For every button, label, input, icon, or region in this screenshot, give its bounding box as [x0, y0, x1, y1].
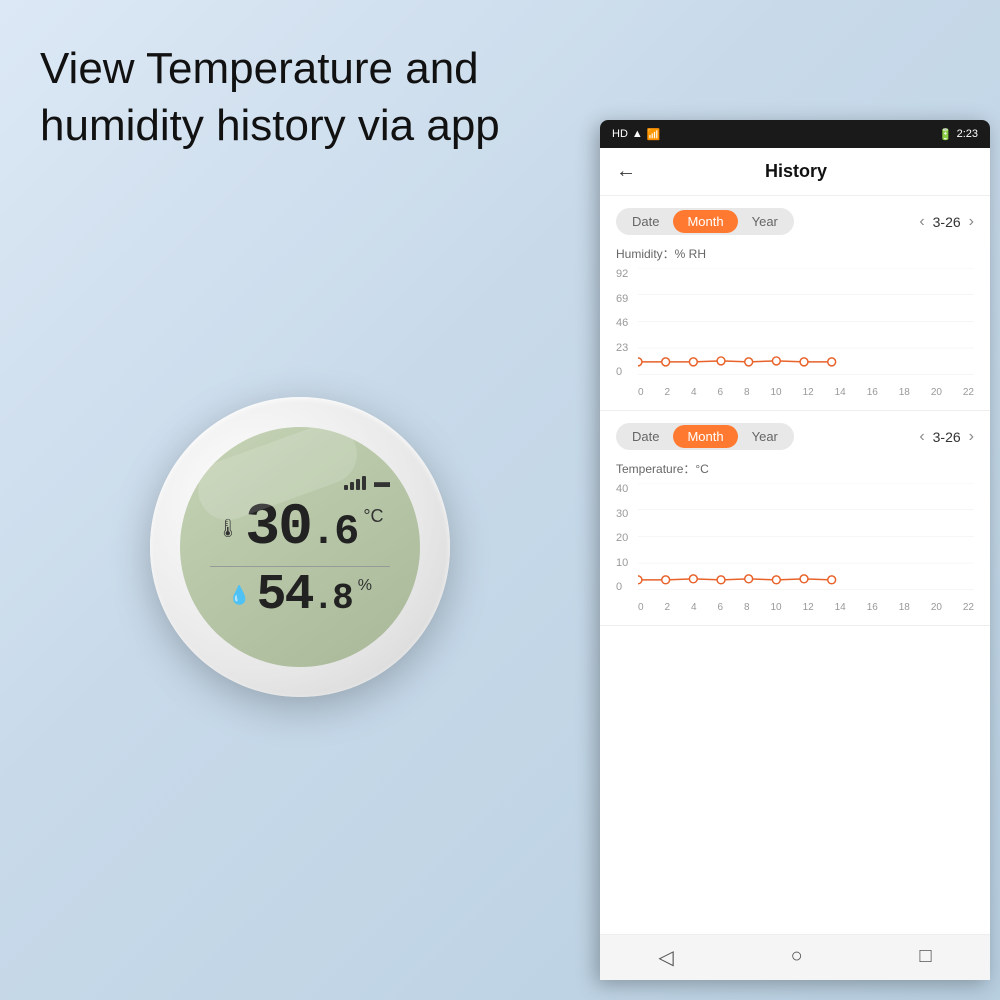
humidity-x-axis: 0 2 4 6 8 10 12 14 16 18 20 22: [638, 387, 974, 398]
thermometer-icon: 🌡: [216, 518, 239, 539]
carrier-icon: HD: [612, 128, 628, 140]
chart-scroll-area[interactable]: Date Month Year ‹ 3-26 › Humidity：% RH 9…: [600, 196, 990, 934]
humidity-tab-month[interactable]: Month: [673, 210, 737, 233]
temperature-x-axis: 0 2 4 6 8 10 12 14 16 18 20 22: [638, 602, 974, 613]
page-title: History: [648, 161, 974, 182]
status-bar-right: 🔋 2:23: [939, 128, 978, 141]
temperature-tab-year[interactable]: Year: [738, 425, 792, 448]
humidity-tab-date[interactable]: Date: [618, 210, 673, 233]
temp-y-label-30: 30: [616, 508, 628, 520]
humidity-chart-area: 92 69 46 23 0: [616, 268, 974, 398]
temperature-unit: °C: [363, 506, 383, 527]
temperature-tab-month[interactable]: Month: [673, 425, 737, 448]
status-bar: HD ▲ 📶 🔋 2:23: [600, 120, 990, 148]
humidity-chart-section: Date Month Year ‹ 3-26 › Humidity：% RH 9…: [600, 196, 990, 411]
bottom-nav: ◁ ○ □: [600, 934, 990, 980]
temperature-filter-row: Date Month Year ‹ 3-26 ›: [616, 423, 974, 450]
humidity-row: 💧 54.8 %: [228, 571, 372, 621]
temperature-tab-date[interactable]: Date: [618, 425, 673, 448]
y-label-46: 46: [616, 317, 628, 329]
humidity-date-label: 3-26: [933, 214, 961, 230]
phone-frame: HD ▲ 📶 🔋 2:23 ← History Date Month: [600, 120, 990, 980]
signal-bars-icon: [344, 474, 366, 490]
battery-icon: ▬: [374, 474, 390, 492]
temperature-prev-arrow[interactable]: ‹: [919, 428, 924, 446]
humidity-unit: %: [358, 577, 372, 595]
nav-home-button[interactable]: ○: [791, 945, 803, 970]
temperature-row: 🌡 30.6 °C: [216, 500, 383, 558]
humidity-tab-year[interactable]: Year: [738, 210, 792, 233]
y-label-92: 92: [616, 268, 628, 280]
temp-y-label-40: 40: [616, 483, 628, 495]
app-header: ← History: [600, 148, 990, 196]
humidity-svg: [638, 268, 974, 377]
temperature-date-label: 3-26: [933, 429, 961, 445]
humidity-chart-label: Humidity：% RH: [616, 245, 974, 262]
headline-line1: View Temperature and: [40, 44, 479, 93]
humidity-filter-row: Date Month Year ‹ 3-26 ›: [616, 208, 974, 235]
temperature-next-arrow[interactable]: ›: [969, 428, 974, 446]
temperature-chart-section: Date Month Year ‹ 3-26 › Temperature：°C …: [600, 411, 990, 626]
humidity-date-nav: ‹ 3-26 ›: [919, 213, 974, 231]
device-screen: ▬ 🌡 30.6 °C 💧 54.8 %: [180, 427, 420, 667]
back-button[interactable]: ←: [616, 160, 636, 183]
right-panel: HD ▲ 📶 🔋 2:23 ← History Date Month: [590, 0, 1000, 1000]
temp-y-label-10: 10: [616, 557, 628, 569]
temperature-filter-tabs: Date Month Year: [616, 423, 794, 450]
temperature-chart-area: 40 30 20 10 0: [616, 483, 974, 613]
temperature-y-axis: 40 30 20 10 0: [616, 483, 628, 593]
temperature-value: 30.6: [245, 500, 357, 558]
nav-recent-button[interactable]: □: [919, 945, 931, 970]
humidity-next-arrow[interactable]: ›: [969, 213, 974, 231]
humidity-prev-arrow[interactable]: ‹: [919, 213, 924, 231]
temperature-chart-label: Temperature：°C: [616, 460, 974, 477]
wifi-icon: 📶: [647, 128, 661, 141]
nav-back-button[interactable]: ◁: [658, 945, 673, 970]
battery-status-icon: 🔋: [939, 128, 953, 141]
left-panel: View Temperature and humidity history vi…: [0, 0, 590, 1000]
temp-y-label-0: 0: [616, 581, 628, 593]
device-area: ▬ 🌡 30.6 °C 💧 54.8 %: [40, 184, 560, 970]
y-label-69: 69: [616, 293, 628, 305]
headline-line2: humidity history via app: [40, 101, 500, 150]
humidity-y-axis: 92 69 46 23 0: [616, 268, 628, 378]
signal-icon: ▲: [632, 128, 643, 140]
device-outer-ring: ▬ 🌡 30.6 °C 💧 54.8 %: [150, 397, 450, 697]
time-display: 2:23: [957, 128, 978, 140]
temperature-svg: [638, 483, 974, 592]
humidity-icon: 💧: [228, 585, 250, 606]
headline: View Temperature and humidity history vi…: [40, 40, 560, 154]
y-label-23: 23: [616, 342, 628, 354]
screen-top-icons: ▬: [344, 474, 390, 492]
temp-y-label-20: 20: [616, 532, 628, 544]
humidity-value: 54.8: [256, 571, 351, 621]
y-label-0: 0: [616, 366, 628, 378]
status-bar-left: HD ▲ 📶: [612, 128, 660, 141]
humidity-filter-tabs: Date Month Year: [616, 208, 794, 235]
temperature-date-nav: ‹ 3-26 ›: [919, 428, 974, 446]
